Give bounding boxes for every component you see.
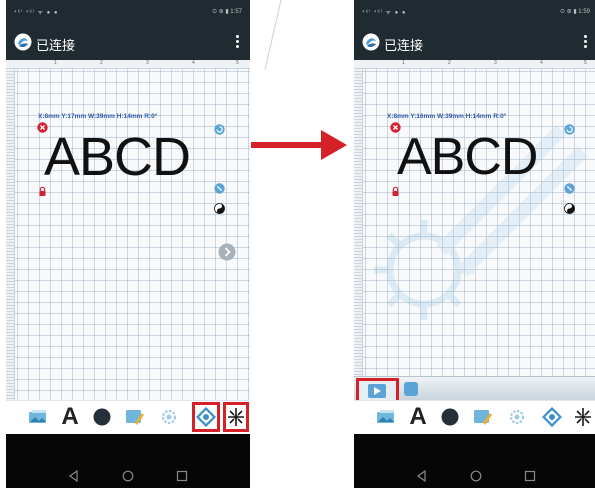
phone-screen-before: ⁴⁶ⁱ ⁴⁶ˡ ᯤ ● ● ⊙ ⊛ ▮ 1:57 已连接 1 2 3 4 5 X… [6,0,250,488]
ruler-number: 5 [584,60,587,66]
text-icon[interactable]: A [406,403,430,430]
back-icon[interactable] [414,470,430,482]
home-icon[interactable] [468,470,484,482]
app-title: 已连接 [384,38,424,53]
android-nav-bar [354,434,595,488]
engrave-control-bar [354,376,595,403]
edit-icon[interactable] [471,404,495,430]
back-icon[interactable] [66,470,82,482]
engraving-canvas[interactable]: 1 2 3 4 5 X:8mm Y:16mm W:39mm H:14mm R:0… [354,60,595,400]
recent-apps-icon[interactable] [174,470,190,482]
ruler-number: 1 [54,60,57,66]
bottom-toolbar: A [6,400,250,435]
preview-icon[interactable] [192,402,220,432]
text-icon[interactable]: A [58,403,82,430]
status-bar: ⁴⁶ⁱ ⁴⁶ˡ ᯤ ● ● ⊙ ⊛ ▮ 1:57 [6,0,250,24]
signal-indicators: ⁴⁶ⁱ ⁴⁶ˡ ᯤ ● ● [362,10,407,16]
settings-icon[interactable] [157,404,181,430]
yin-yang-icon[interactable] [564,203,575,214]
ruler-number: 2 [100,60,103,66]
ruler-top: 1 2 3 4 5 [354,60,595,69]
text-object[interactable]: ABCD [44,122,224,192]
scale-icon[interactable] [214,183,225,194]
ruler-top: 1 2 3 4 5 [6,60,250,69]
delete-icon[interactable] [390,122,401,133]
lock-icon[interactable] [390,186,401,197]
ruler-number: 3 [146,60,149,66]
ruler-left-ticks [6,68,14,400]
engraving-canvas[interactable]: 1 2 3 4 5 X:8mm Y:17mm W:39mm H:14mm R:0… [6,60,250,400]
ruler-number: 4 [192,60,195,66]
home-icon[interactable] [120,470,136,482]
laser-icon[interactable] [571,404,595,430]
preview-icon[interactable] [540,404,564,430]
status-time: ⊙ ⊛ ▮ 1:59 [559,9,590,15]
phone-screen-after: ⁴⁶ⁱ ⁴⁶ˡ ᯤ ● ● ⊙ ⊛ ▮ 1:59 已连接 1 2 3 4 5 X… [354,0,595,488]
play-icon [368,384,386,398]
signal-indicators: ⁴⁶ⁱ ⁴⁶ˡ ᯤ ● ● [14,10,59,16]
transition-arrow-icon [251,130,347,160]
stop-button[interactable] [404,382,418,396]
lock-icon[interactable] [37,186,48,197]
app-title: 已连接 [36,38,76,53]
divider-line [264,0,282,70]
object-coordinates: X:8mm Y:16mm W:39mm H:14mm R:0° [387,113,507,120]
ruler-number: 1 [402,60,405,66]
laser-icon[interactable] [223,402,249,432]
recent-apps-icon[interactable] [522,470,538,482]
settings-icon[interactable] [505,404,529,430]
yin-yang-icon[interactable] [214,203,225,214]
overflow-menu-icon[interactable] [582,33,588,51]
text-object[interactable]: ABCD [397,122,572,192]
rotate-icon[interactable] [214,124,225,135]
ruler-number: 4 [540,60,543,66]
shape-icon[interactable] [438,404,462,430]
app-logo-icon [362,33,380,51]
status-time: ⊙ ⊛ ▮ 1:57 [211,9,242,15]
ruler-number: 3 [494,60,497,66]
status-bar: ⁴⁶ⁱ ⁴⁶ˡ ᯤ ● ● ⊙ ⊛ ▮ 1:59 [354,0,595,24]
object-coordinates: X:8mm Y:17mm W:39mm H:14mm R:0° [38,113,158,120]
ruler-left-ticks [354,68,362,400]
delete-icon[interactable] [37,122,48,133]
ruler-number: 5 [236,60,239,66]
android-nav-bar [6,434,250,488]
bottom-toolbar: A [354,400,595,435]
shape-icon[interactable] [90,404,114,430]
scale-icon[interactable] [564,183,575,194]
edit-icon[interactable] [123,404,147,430]
next-arrow-icon[interactable] [218,243,236,261]
app-bar: 已连接 [354,24,595,60]
app-bar: 已连接 [6,24,250,60]
rotate-icon[interactable] [564,124,575,135]
ruler-number: 2 [448,60,451,66]
app-logo-icon [14,33,32,51]
image-icon[interactable] [374,404,398,430]
overflow-menu-icon[interactable] [234,33,240,51]
image-icon[interactable] [26,404,50,430]
